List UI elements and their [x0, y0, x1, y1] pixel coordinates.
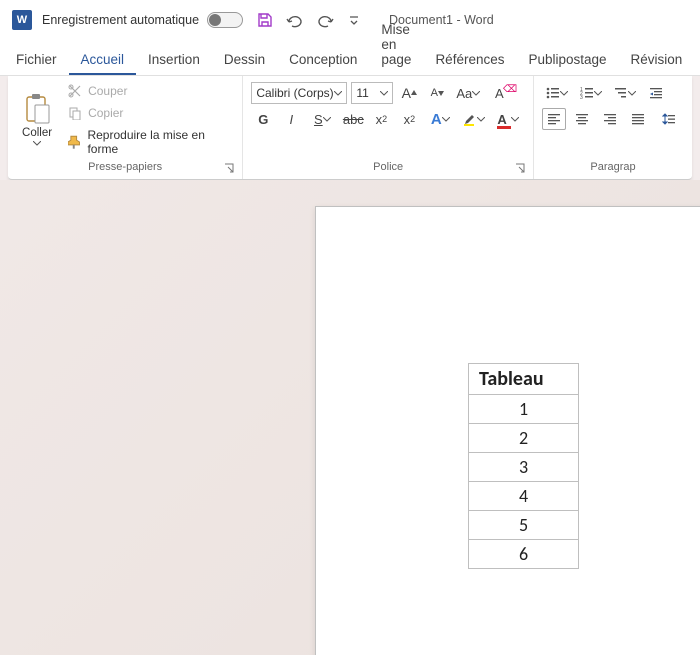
- highlight-icon: [463, 112, 477, 126]
- format-painter-label: Reproduire la mise en forme: [87, 128, 232, 156]
- font-group-label: Police: [373, 161, 403, 173]
- undo-button[interactable]: [285, 12, 305, 28]
- title-bar: W Enregistrement automatique Document1 -…: [0, 0, 700, 40]
- table-cell[interactable]: 4: [469, 482, 579, 511]
- group-paragraph: 123 Paragrap: [534, 76, 692, 179]
- align-left-icon: [547, 112, 561, 126]
- copy-icon: [68, 106, 82, 120]
- align-right-icon: [603, 112, 617, 126]
- cut-button[interactable]: Couper: [64, 82, 236, 100]
- document-page[interactable]: Tableau123456: [315, 206, 700, 655]
- justify-icon: [631, 112, 645, 126]
- indent-left-icon: [649, 86, 663, 100]
- subscript-button[interactable]: x2: [369, 108, 393, 130]
- font-color-button[interactable]: A: [493, 108, 523, 130]
- shrink-font-button[interactable]: A: [425, 82, 449, 104]
- font-name-combo[interactable]: Calibri (Corps): [251, 82, 347, 104]
- line-spacing-button[interactable]: [654, 108, 684, 130]
- font-launcher[interactable]: [515, 163, 527, 175]
- grow-font-button[interactable]: A: [397, 82, 421, 104]
- numbering-icon: 123: [580, 86, 594, 100]
- chevron-down-icon: [477, 117, 485, 122]
- table-cell[interactable]: 1: [469, 395, 579, 424]
- change-case-button[interactable]: Aa: [453, 82, 483, 104]
- tab-publipostage[interactable]: Publipostage: [516, 44, 618, 75]
- scissors-icon: [68, 84, 82, 98]
- text-effects-button[interactable]: A: [425, 108, 455, 130]
- chevron-down-icon: [442, 117, 450, 122]
- strikethrough-button[interactable]: abc: [341, 108, 365, 130]
- svg-text:3: 3: [580, 95, 583, 100]
- document-table[interactable]: Tableau123456: [468, 363, 579, 569]
- tab-accueil[interactable]: Accueil: [69, 44, 137, 75]
- tab-conception[interactable]: Conception: [277, 44, 369, 75]
- paste-button[interactable]: Coller: [14, 80, 60, 159]
- table-cell[interactable]: 2: [469, 424, 579, 453]
- font-size-value: 11: [356, 86, 368, 100]
- tab-fichier[interactable]: Fichier: [4, 44, 69, 75]
- tab-révision[interactable]: Révision: [619, 44, 695, 75]
- table-header-cell[interactable]: Tableau: [469, 364, 579, 395]
- chevron-down-icon: [472, 91, 480, 96]
- ribbon: Coller Couper Copier Reproduire la mise …: [8, 76, 692, 180]
- save-icon[interactable]: [257, 12, 273, 28]
- align-right-button[interactable]: [598, 108, 622, 130]
- clear-formatting-button[interactable]: A⌫: [487, 82, 511, 104]
- ribbon-tabs: FichierAccueilInsertionDessinConceptionM…: [0, 40, 700, 76]
- table-cell[interactable]: 5: [469, 511, 579, 540]
- line-spacing-icon: [662, 112, 676, 126]
- bullets-button[interactable]: [542, 82, 572, 104]
- paragraph-group-label: Paragrap: [590, 161, 635, 173]
- align-center-button[interactable]: [570, 108, 594, 130]
- chevron-down-icon: [628, 91, 636, 96]
- multilevel-icon: [614, 86, 628, 100]
- italic-button[interactable]: I: [279, 108, 303, 130]
- tab-références[interactable]: Références: [423, 44, 516, 75]
- align-center-icon: [575, 112, 589, 126]
- autosave-toggle[interactable]: [207, 12, 243, 28]
- underline-button[interactable]: S: [307, 108, 337, 130]
- tab-dessin[interactable]: Dessin: [212, 44, 277, 75]
- chevron-down-icon: [323, 117, 331, 122]
- numbering-button[interactable]: 123: [576, 82, 606, 104]
- group-clipboard: Coller Couper Copier Reproduire la mise …: [8, 76, 243, 179]
- font-size-combo[interactable]: 11: [351, 82, 393, 104]
- chevron-down-icon: [560, 91, 568, 96]
- table-cell[interactable]: 3: [469, 453, 579, 482]
- document-area[interactable]: Tableau123456: [0, 180, 700, 655]
- highlight-button[interactable]: [459, 108, 489, 130]
- superscript-button[interactable]: x2: [397, 108, 421, 130]
- tab-a[interactable]: A: [694, 44, 700, 75]
- decrease-indent-button[interactable]: [644, 82, 668, 104]
- cut-label: Couper: [88, 84, 127, 98]
- clipboard-group-label: Presse-papiers: [88, 161, 162, 173]
- quick-access-toolbar: [257, 12, 359, 28]
- justify-button[interactable]: [626, 108, 650, 130]
- font-name-value: Calibri (Corps): [256, 86, 333, 100]
- paste-label: Coller: [22, 127, 52, 139]
- clipboard-launcher[interactable]: [224, 163, 236, 175]
- chevron-down-icon: [33, 141, 41, 146]
- format-painter-button[interactable]: Reproduire la mise en forme: [64, 126, 236, 158]
- bullets-icon: [546, 86, 560, 100]
- table-cell[interactable]: 6: [469, 540, 579, 569]
- bold-button[interactable]: G: [251, 108, 275, 130]
- chevron-down-icon: [511, 117, 519, 122]
- chevron-down-icon: [380, 91, 388, 96]
- align-left-button[interactable]: [542, 108, 566, 130]
- brush-icon: [68, 135, 81, 149]
- tab-mise-en-page[interactable]: Mise en page: [369, 14, 423, 75]
- word-app-icon: W: [12, 10, 32, 30]
- redo-button[interactable]: [317, 12, 337, 28]
- multilevel-list-button[interactable]: [610, 82, 640, 104]
- clipboard-icon: [23, 93, 51, 125]
- tab-insertion[interactable]: Insertion: [136, 44, 212, 75]
- autosave-label: Enregistrement automatique: [42, 13, 199, 27]
- chevron-down-icon: [594, 91, 602, 96]
- group-font: Calibri (Corps) 11 A A Aa A⌫ G I S abc x…: [243, 76, 534, 179]
- chevron-down-icon: [334, 91, 342, 96]
- copy-label: Copier: [88, 106, 123, 120]
- customize-qat-icon[interactable]: [349, 13, 359, 27]
- copy-button[interactable]: Copier: [64, 104, 236, 122]
